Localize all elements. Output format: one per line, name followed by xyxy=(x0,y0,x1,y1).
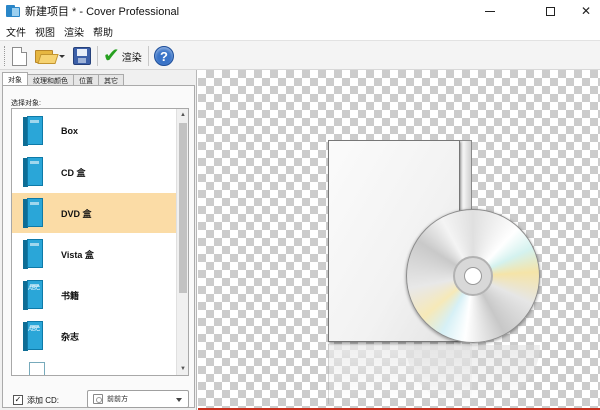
book-icon: ABC xyxy=(23,280,43,310)
open-button[interactable] xyxy=(35,44,65,68)
toolbar-separator xyxy=(97,46,98,66)
cd-case-icon xyxy=(23,157,43,187)
toolbar-separator xyxy=(148,46,149,66)
list-item-label: CD 盒 xyxy=(61,167,86,178)
list-item-book[interactable]: ABC 书籍 xyxy=(12,275,176,315)
open-folder-icon xyxy=(35,48,59,64)
render-label: 渲染 xyxy=(121,52,142,64)
list-item-box[interactable]: Box xyxy=(12,111,176,151)
toolbar-grip[interactable] xyxy=(4,46,6,66)
page-icon xyxy=(23,362,45,375)
tab-page-object: 选择对象: Box CD 盒 DVD 盒 Vista 盒 ABC 书籍 ABC … xyxy=(2,85,195,408)
add-cd-checkbox[interactable]: ✓ xyxy=(13,395,23,405)
list-item-label: DVD 盒 xyxy=(61,208,92,219)
list-item-dvd-case[interactable]: DVD 盒 xyxy=(12,193,176,233)
app-logo-icon xyxy=(6,4,20,18)
cd-disc-preview[interactable] xyxy=(406,209,540,343)
close-icon: ✕ xyxy=(580,4,592,18)
cd-center-hole xyxy=(464,267,482,285)
tab-object[interactable]: 对象 xyxy=(2,72,28,86)
scroll-down-icon[interactable]: ▼ xyxy=(177,363,188,375)
list-item-label: Box xyxy=(61,126,79,136)
list-item-label: 杂志 xyxy=(61,331,80,342)
menu-view[interactable]: 视图 xyxy=(35,24,55,39)
close-button[interactable]: ✕ xyxy=(564,0,600,22)
save-button[interactable] xyxy=(73,44,91,68)
new-button[interactable] xyxy=(12,44,27,68)
list-item-magazine[interactable]: ABC 杂志 xyxy=(12,316,176,356)
chevron-down-icon[interactable] xyxy=(59,54,65,58)
scroll-up-icon[interactable]: ▲ xyxy=(177,109,188,121)
maximize-icon xyxy=(545,6,555,16)
window-title: 新建项目 * - Cover Professional xyxy=(25,6,180,18)
list-item-label: Vista 盒 xyxy=(61,249,94,260)
minimize-button[interactable] xyxy=(468,0,512,22)
list-scrollbar[interactable]: ▲ ▼ xyxy=(176,109,188,375)
toolbar: ✔ 渲染 ? xyxy=(0,40,600,70)
render-button[interactable]: ✔ 渲染 xyxy=(103,44,142,68)
panel-tabs: 对象 纹理和颜色 位置 其它 xyxy=(2,72,124,86)
preview-canvas[interactable] xyxy=(198,70,600,408)
list-item-label: 书籍 xyxy=(61,290,80,301)
title-bar: 新建项目 * - Cover Professional ✕ xyxy=(0,0,600,22)
help-icon: ? xyxy=(154,46,174,66)
menu-bar: 文件 视图 渲染 帮助 xyxy=(0,22,600,40)
menu-file[interactable]: 文件 xyxy=(6,24,26,39)
cd-icon xyxy=(93,394,103,404)
help-button[interactable]: ? xyxy=(154,44,174,68)
select-object-label: 选择对象: xyxy=(11,100,41,107)
list-item-partial[interactable] xyxy=(12,357,176,375)
save-icon xyxy=(73,47,91,65)
scrollbar-thumb[interactable] xyxy=(179,123,187,293)
list-item-vista-box[interactable]: Vista 盒 xyxy=(12,234,176,274)
checkmark-icon: ✔ xyxy=(103,45,120,67)
magazine-icon: ABC xyxy=(23,321,43,351)
dvd-case-icon xyxy=(23,198,43,228)
object-panel: 对象 纹理和颜色 位置 其它 选择对象: Box CD 盒 DVD 盒 Vist… xyxy=(0,70,197,410)
cd-position-select[interactable]: 前前方 xyxy=(87,390,189,408)
chevron-down-icon xyxy=(176,398,182,402)
menu-help[interactable]: 帮助 xyxy=(93,24,113,39)
list-item-cd-case[interactable]: CD 盒 xyxy=(12,152,176,192)
new-document-icon xyxy=(12,46,27,66)
minimize-icon xyxy=(485,10,495,12)
add-cd-label: 添加 CD: xyxy=(27,396,59,405)
box-book-icon xyxy=(23,116,43,146)
menu-render[interactable]: 渲染 xyxy=(64,24,84,39)
vista-box-icon xyxy=(23,239,43,269)
cd-position-value: 前前方 xyxy=(107,396,128,403)
object-list[interactable]: Box CD 盒 DVD 盒 Vista 盒 ABC 书籍 ABC 杂志 ▲ ▼ xyxy=(11,108,189,376)
